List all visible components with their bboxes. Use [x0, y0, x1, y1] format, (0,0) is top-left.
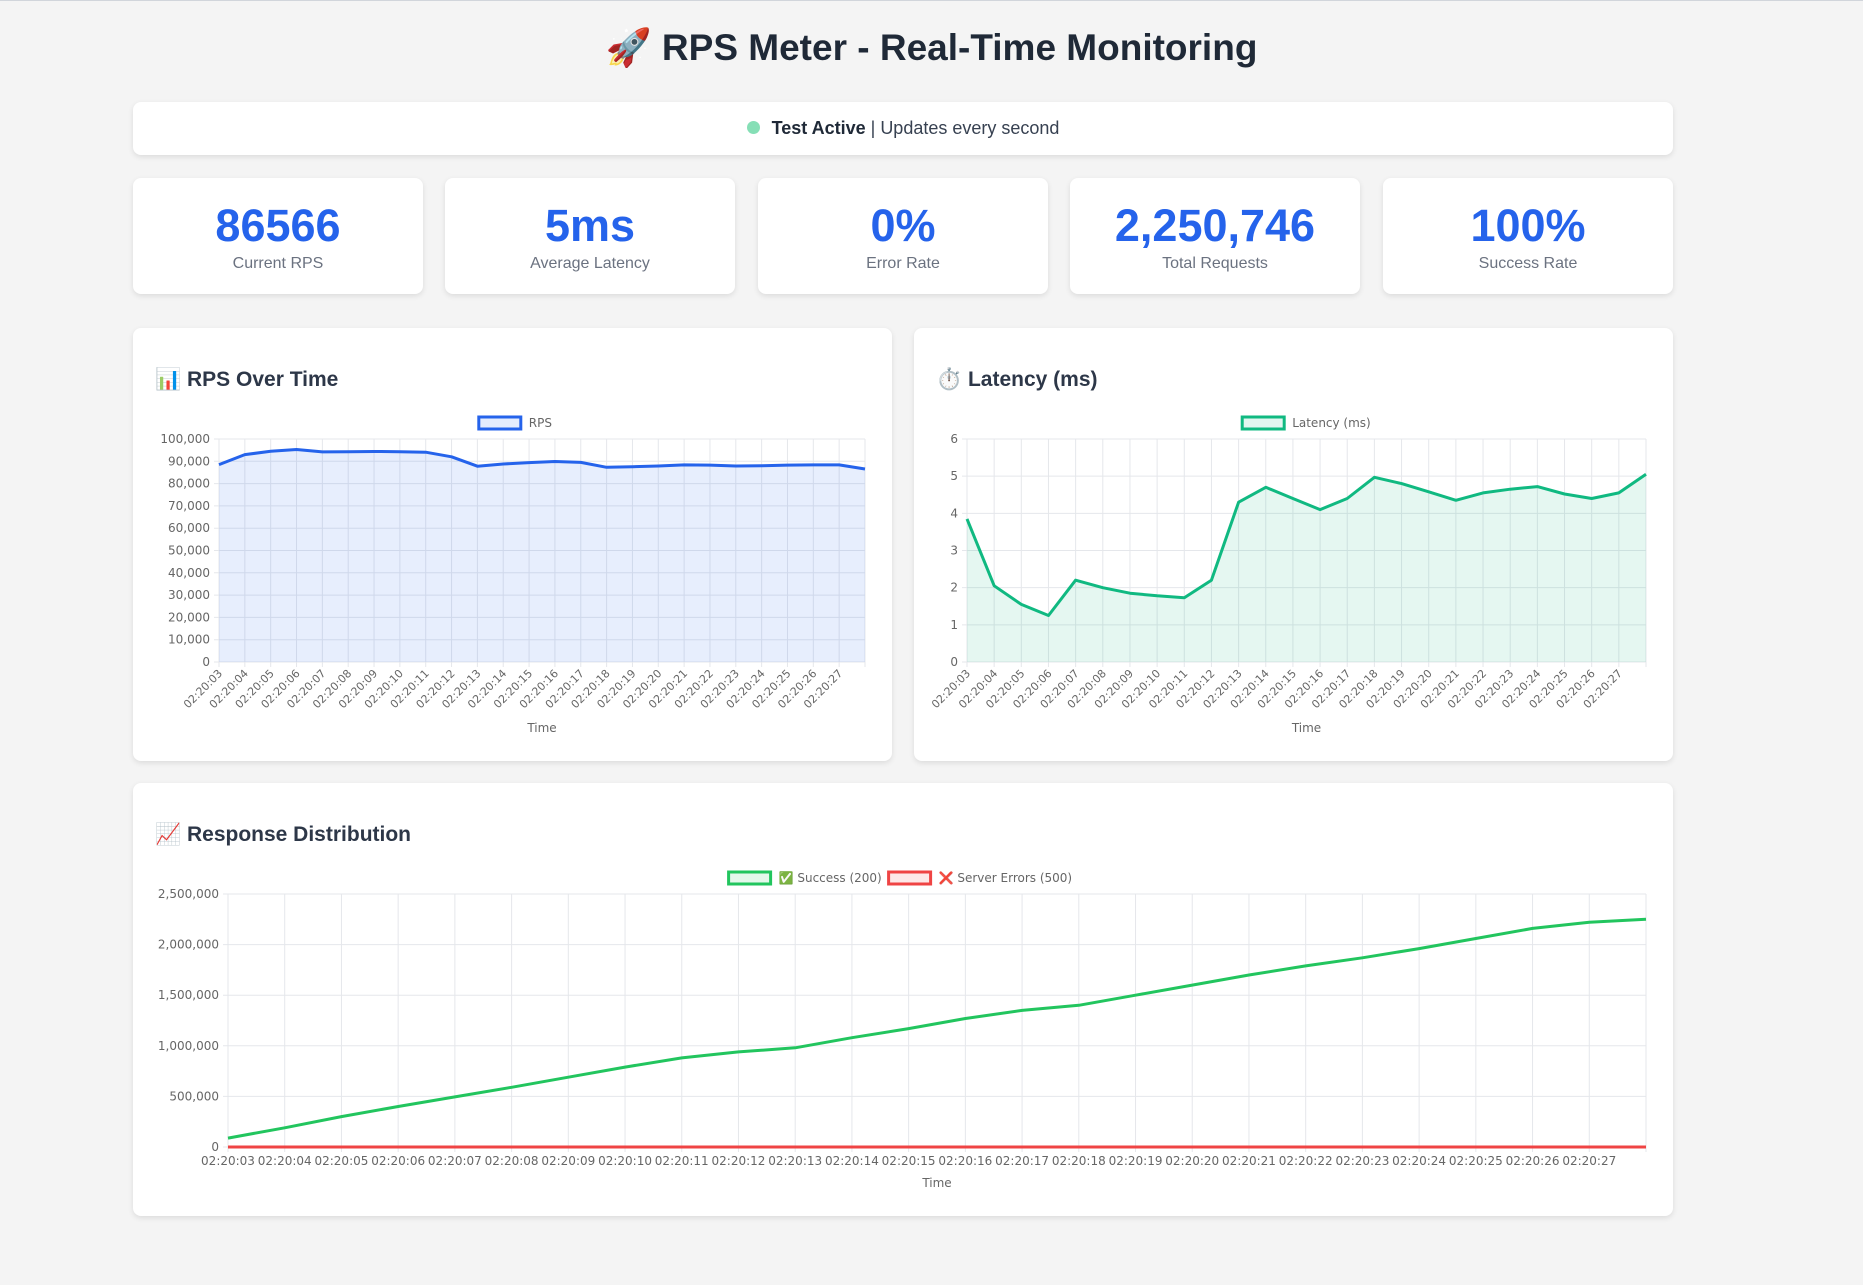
y-tick-label: 2,000,000 — [158, 938, 219, 952]
x-tick-label: 02:20:05 — [314, 1154, 368, 1168]
x-tick-label: 02:20:10 — [598, 1154, 652, 1168]
x-axis-title: Time — [921, 1176, 951, 1190]
x-tick-label: 02:20:17 — [995, 1154, 1049, 1168]
x-tick-label: 02:20:11 — [655, 1154, 709, 1168]
x-tick-label: 02:20:25 — [1449, 1154, 1503, 1168]
x-tick-label: 02:20:23 — [1335, 1154, 1389, 1168]
x-tick-label: 02:20:04 — [258, 1154, 312, 1168]
x-tick-label: 02:20:15 — [882, 1154, 936, 1168]
y-tick-label: 1,500,000 — [158, 988, 219, 1002]
y-tick-label: 500,000 — [169, 1089, 219, 1103]
x-tick-label: 02:20:16 — [938, 1154, 992, 1168]
x-tick-label: 02:20:14 — [825, 1154, 879, 1168]
x-tick-label: 02:20:12 — [712, 1154, 766, 1168]
legend-swatch — [887, 870, 933, 886]
x-tick-label: 02:20:20 — [1165, 1154, 1219, 1168]
x-tick-label: 02:20:09 — [541, 1154, 595, 1168]
y-tick-label: 2,500,000 — [158, 887, 219, 901]
x-tick-label: 02:20:19 — [1109, 1154, 1163, 1168]
y-tick-label: 1,000,000 — [158, 1039, 219, 1053]
y-tick-label: 0 — [211, 1140, 219, 1154]
legend-swatch — [727, 870, 773, 886]
x-tick-label: 02:20:06 — [371, 1154, 425, 1168]
x-tick-label: 02:20:22 — [1279, 1154, 1333, 1168]
x-tick-label: 02:20:27 — [1562, 1154, 1616, 1168]
x-tick-label: 02:20:18 — [1052, 1154, 1106, 1168]
x-tick-label: 02:20:26 — [1506, 1154, 1560, 1168]
legend-label: ❌ Server Errors (500) — [939, 871, 1073, 885]
series-line-0 — [227, 917, 1647, 1140]
x-tick-label: 02:20:08 — [485, 1154, 539, 1168]
distribution-chart: 0 500,000 1,000,000 1,500,000 2,000,000 2,500… — [158, 870, 1647, 1190]
x-tick-label: 02:20:07 — [428, 1154, 482, 1168]
x-tick-label: 02:20:13 — [768, 1154, 822, 1168]
x-tick-label: 02:20:24 — [1392, 1154, 1446, 1168]
x-tick-label: 02:20:21 — [1222, 1154, 1276, 1168]
x-tick-label: 02:20:03 — [201, 1154, 255, 1168]
legend-label: ✅ Success (200) — [779, 871, 882, 885]
